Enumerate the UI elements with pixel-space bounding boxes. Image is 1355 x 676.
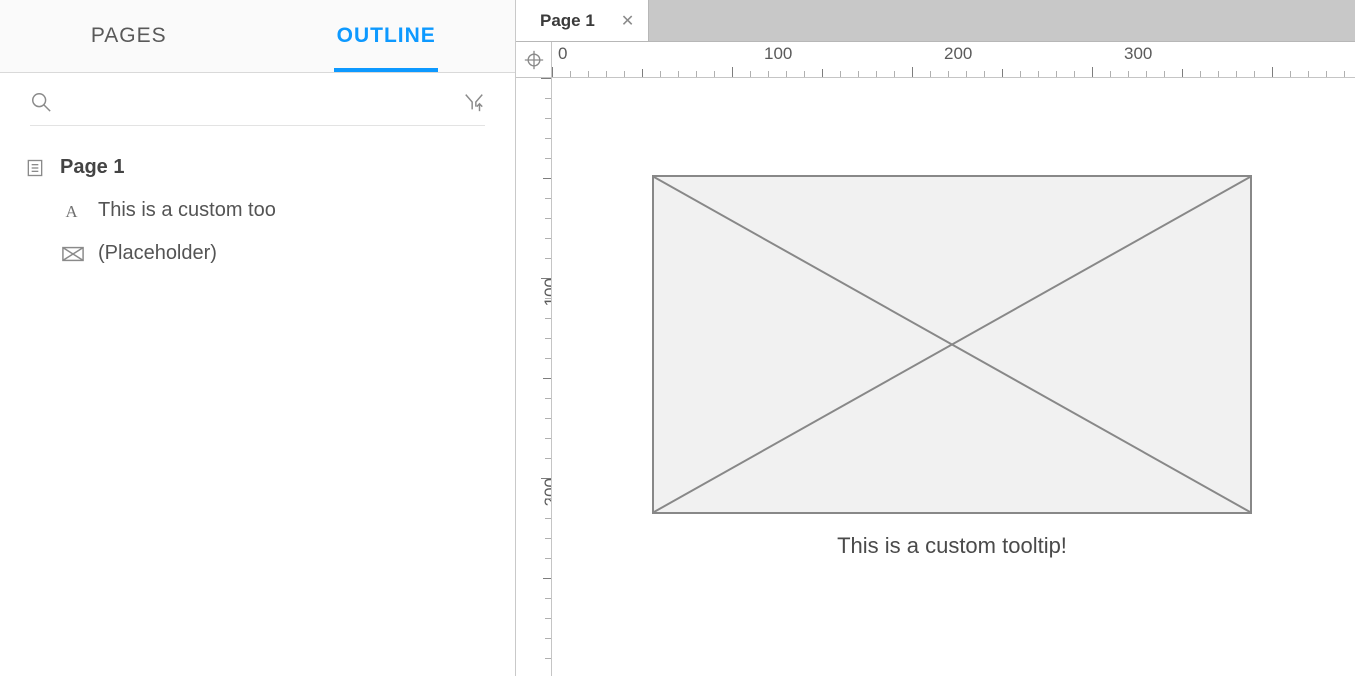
tab-pages-label: PAGES: [91, 24, 167, 48]
tree-item-text-label: This is a custom too: [98, 199, 276, 222]
filter-icon[interactable]: [463, 91, 485, 113]
search-input[interactable]: [62, 92, 453, 113]
search-row: [30, 73, 485, 126]
h-ruler-label: 300: [1124, 44, 1152, 64]
outline-tree: Page 1 A This is a custom too: [0, 126, 515, 295]
placeholder-widget[interactable]: [652, 175, 1252, 514]
vertical-ruler[interactable]: 0 100 200: [516, 78, 552, 676]
canvas[interactable]: This is a custom tooltip!: [552, 78, 1355, 676]
canvas-tabs: Page 1 ✕: [516, 0, 1355, 42]
app-root: PAGES OUTLINE: [0, 0, 1355, 676]
sidebar-tabs: PAGES OUTLINE: [0, 0, 515, 73]
placeholder-icon: [62, 243, 84, 265]
tab-outline[interactable]: OUTLINE: [258, 0, 516, 72]
svg-text:A: A: [66, 201, 78, 220]
page-icon: [24, 157, 46, 179]
tree-root-label: Page 1: [60, 156, 124, 179]
ruler-origin[interactable]: [516, 42, 552, 78]
sidebar: PAGES OUTLINE: [0, 0, 516, 676]
tab-pages[interactable]: PAGES: [0, 0, 258, 72]
close-icon[interactable]: ✕: [621, 11, 634, 31]
tree-root[interactable]: Page 1: [24, 146, 491, 189]
text-icon: A: [62, 200, 84, 222]
tree-item-placeholder-label: (Placeholder): [98, 242, 217, 265]
h-ruler-label: 0: [558, 44, 567, 64]
canvas-tab-label: Page 1: [540, 11, 595, 31]
tooltip-text-widget[interactable]: This is a custom tooltip!: [652, 533, 1252, 559]
tree-item-placeholder[interactable]: (Placeholder): [24, 232, 491, 275]
tree-item-text[interactable]: A This is a custom too: [24, 189, 491, 232]
tab-outline-label: OUTLINE: [337, 24, 436, 48]
h-ruler-label: 200: [944, 44, 972, 64]
h-ruler-label: 100: [764, 44, 792, 64]
main-area: Page 1 ✕ 0 100 200 300 0 100 200: [516, 0, 1355, 676]
search-icon[interactable]: [30, 91, 52, 113]
horizontal-ruler[interactable]: 0 100 200 300: [552, 42, 1355, 78]
canvas-tab-active[interactable]: Page 1 ✕: [516, 0, 649, 41]
